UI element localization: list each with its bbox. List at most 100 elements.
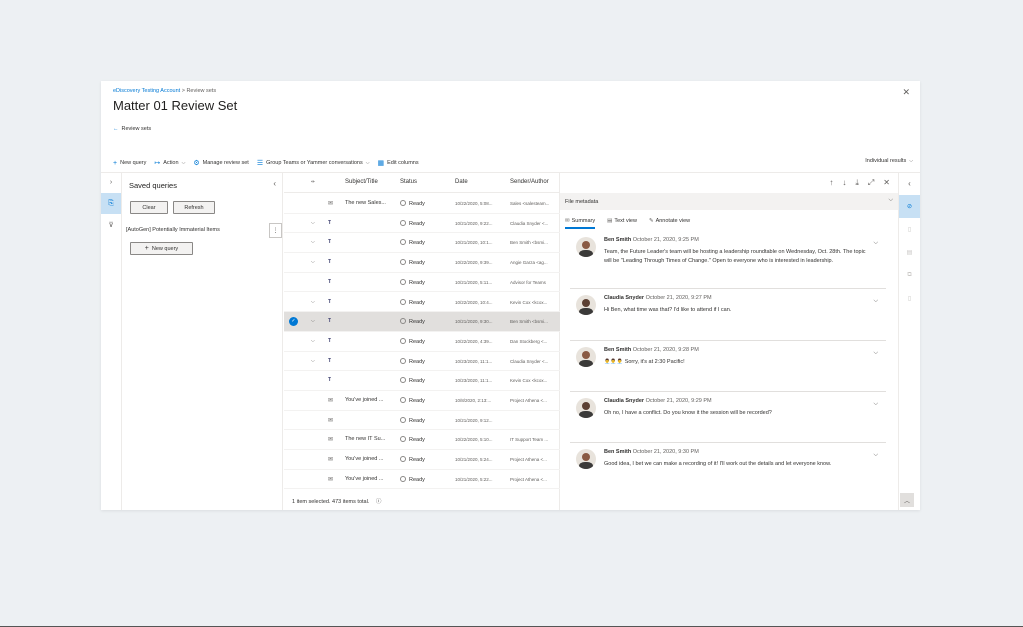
arrow-down-icon[interactable]: ↓ [842, 178, 846, 188]
cell-status: Ready [400, 337, 425, 345]
preview-toolbar: ↑ ↓ ⤓ ⤢ ✕ [829, 178, 890, 188]
table-row[interactable]: ✉ The new Sales... Ready 10/22/2020, 5:08..… [284, 194, 560, 214]
table-row[interactable]: ✓ ⌵ T Ready 10/21/2020, 9:30... Ben Smith <bs… [284, 312, 560, 332]
status-circle-icon [400, 475, 406, 482]
status-label: Ready [409, 476, 425, 483]
message-body: Hi Ben, what time was that? I'd like to … [604, 306, 869, 315]
cell-subject: You've joined ... [345, 397, 384, 403]
status-label: Ready [409, 338, 425, 345]
checkmark-icon[interactable]: ✓ [289, 317, 298, 327]
message-item[interactable]: Ben Smith October 21, 2020, 9:30 PM Good… [570, 444, 886, 502]
cell-status: Ready [400, 259, 425, 266]
new-query-button[interactable]: + New query [130, 242, 193, 255]
table-row[interactable]: ⌵ T Ready 10/22/2020, 4:39... Dan Stockberg … [284, 332, 560, 352]
cell-sender: Project Athena <... [510, 457, 547, 463]
table-row[interactable]: ✉ Ready 10/21/2020, 9:12... [284, 411, 560, 431]
chevron-down-icon[interactable]: ⌵ [311, 259, 315, 265]
teams-icon: T [328, 239, 332, 246]
command-new-query[interactable]: + New query [113, 159, 146, 167]
cell-date: 10/21/2020, 5:24... [455, 457, 493, 463]
tab-label: Summary [571, 218, 596, 224]
list-icon[interactable]: ▤ [899, 241, 920, 264]
collapse-pane-icon[interactable]: ‹ [273, 179, 276, 188]
expand-all-icon[interactable]: ⇷ [311, 179, 315, 185]
mail-icon: ✉ [328, 437, 334, 444]
table-row[interactable]: ⌵ T Ready 10/22/2020, 10:4... Kevin Cox <kco… [284, 293, 560, 313]
column-status[interactable]: Status [400, 179, 417, 185]
column-subject[interactable]: Subject/Title [345, 179, 378, 185]
chevron-down-icon[interactable]: ⌵ [311, 239, 315, 245]
mail-icon: ✉ [328, 398, 334, 404]
filter-icon[interactable]: ⊽ [101, 214, 121, 235]
saved-queries-icon[interactable]: ⎘ [101, 193, 121, 214]
table-row[interactable]: ⌵ T Ready 10/23/2020, 11:1... Claudia Snyder… [284, 352, 560, 372]
table-row[interactable]: ⌵ T Ready 10/22/2020, 9:39... Angie Garza <a… [284, 253, 560, 273]
chevron-down-icon[interactable]: ⌵ [311, 318, 315, 324]
chevron-down-icon[interactable]: ⌵ [311, 338, 315, 344]
translate-icon[interactable]: ⧉ [899, 264, 920, 287]
command-group-teams-or-yammer-conversations[interactable]: ☰ Group Teams or Yammer conversations ⌵ [257, 159, 370, 167]
collapse-icon[interactable]: ‹ [899, 172, 920, 195]
back-link[interactable]: ← Review sets [113, 126, 151, 132]
chevron-down-icon[interactable]: ⌵ [873, 240, 878, 247]
command-action[interactable]: ↦ Action ⌵ [154, 159, 185, 167]
message-item[interactable]: Claudia Snyder October 21, 2020, 9:29 PM… [570, 393, 886, 443]
table-row[interactable]: T Ready 10/23/2020, 11:1... Kevin Cox <kcox… [284, 371, 560, 391]
table-row[interactable]: ✉ The new IT Su... Ready 10/22/2020, 5:10..… [284, 430, 560, 451]
tag-icon[interactable]: ⊘ [899, 195, 920, 218]
clear-button[interactable]: Clear [130, 201, 168, 214]
close-icon[interactable]: ✕ [883, 178, 890, 188]
file-icon[interactable]: ▯ [899, 287, 920, 310]
teams-icon: T [328, 337, 332, 344]
scroll-top-icon[interactable]: ︿ [900, 493, 914, 507]
chevron-down-icon[interactable]: ⌵ [873, 350, 878, 357]
table-row[interactable]: ✉ You've joined ... Ready 10/21/2020, 5:24.… [284, 450, 560, 470]
command-label: Action [163, 160, 179, 166]
message-item[interactable]: Ben Smith October 21, 2020, 9:25 PM Team… [570, 232, 886, 289]
cell-sender: Dan Stockberg <... [510, 338, 548, 344]
message-item[interactable]: Claudia Snyder October 21, 2020, 9:27 PM… [570, 290, 886, 341]
table-row[interactable]: ✉ You've joined ... Ready 10/21/2020, 5:22.… [284, 470, 560, 490]
refresh-button[interactable]: Refresh [173, 201, 215, 214]
message-item[interactable]: Ben Smith October 21, 2020, 9:28 PM 👨‍💼👨… [570, 342, 886, 392]
column-sender[interactable]: Sender/Author [510, 179, 549, 185]
command-manage-review-set[interactable]: ⚙ Manage review set [193, 159, 248, 167]
table-row[interactable]: ⌵ T Ready 10/21/2020, 9:22... Claudia Snyder… [284, 214, 560, 234]
chevron-down-icon[interactable]: ⌵ [873, 298, 878, 305]
expand-icon[interactable]: ⤢ [868, 178, 874, 188]
review-set-panel: eDiscovery Testing Account > Review sets… [101, 81, 920, 510]
cell-sender: IT Support Team ... [510, 437, 549, 443]
table-row[interactable]: ✉ You've joined ... Ready 10/8/2020, 2:13:.… [284, 391, 560, 411]
column-date[interactable]: Date [455, 179, 468, 185]
message-header: Ben Smith October 21, 2020, 9:30 PM [604, 449, 699, 455]
file-metadata-bar[interactable]: File metadata ⌵ [560, 193, 898, 210]
table-row[interactable]: ⌵ T Ready 10/21/2020, 10:1... Ben Smith <bsm… [284, 233, 560, 254]
view-select[interactable]: Individual results ⌵ [865, 158, 913, 164]
document-icon[interactable]: ▯ [899, 218, 920, 241]
arrow-up-icon[interactable]: ↑ [829, 178, 833, 188]
chevron-down-icon[interactable]: ⌵ [311, 358, 315, 364]
mail-icon: ✉ [328, 417, 334, 424]
expand-icon[interactable]: › [101, 172, 121, 193]
table-footer: 1 item selected. 473 items total. ⓘ [292, 497, 381, 505]
chevron-down-icon[interactable]: ⌵ [311, 299, 315, 305]
tab-summary[interactable]: ✉ Summary [565, 218, 596, 229]
info-icon[interactable]: ⓘ [376, 499, 382, 505]
command-label: Group Teams or Yammer conversations [266, 160, 363, 166]
tab-text-view[interactable]: ▤ Text view [607, 218, 637, 229]
command-edit-columns[interactable]: ▦ Edit columns [378, 159, 419, 167]
close-icon[interactable]: ✕ [902, 87, 910, 98]
chevron-down-icon[interactable]: ⌵ [311, 220, 315, 226]
download-icon[interactable]: ⤓ [855, 178, 859, 188]
message-time: October 21, 2020, 9:28 PM [632, 347, 699, 353]
table-row[interactable]: T Ready 10/21/2020, 5:11... Advisor for Tea… [284, 273, 560, 293]
chevron-down-icon[interactable]: ⌵ [873, 401, 878, 408]
cell-date: 10/22/2020, 5:10... [455, 437, 493, 443]
chevron-down-icon[interactable]: ⌵ [873, 452, 878, 459]
status-circle-icon [400, 377, 406, 384]
breadcrumb-parent[interactable]: eDiscovery Testing Account [113, 88, 180, 94]
more-options-icon[interactable]: ⋮ [269, 223, 282, 238]
teams-icon: T [328, 377, 332, 384]
saved-query-item[interactable]: [AutoGen] Potentially Immaterial Items [126, 227, 220, 233]
tab-annotate-view[interactable]: ✎ Annotate view [649, 218, 690, 229]
